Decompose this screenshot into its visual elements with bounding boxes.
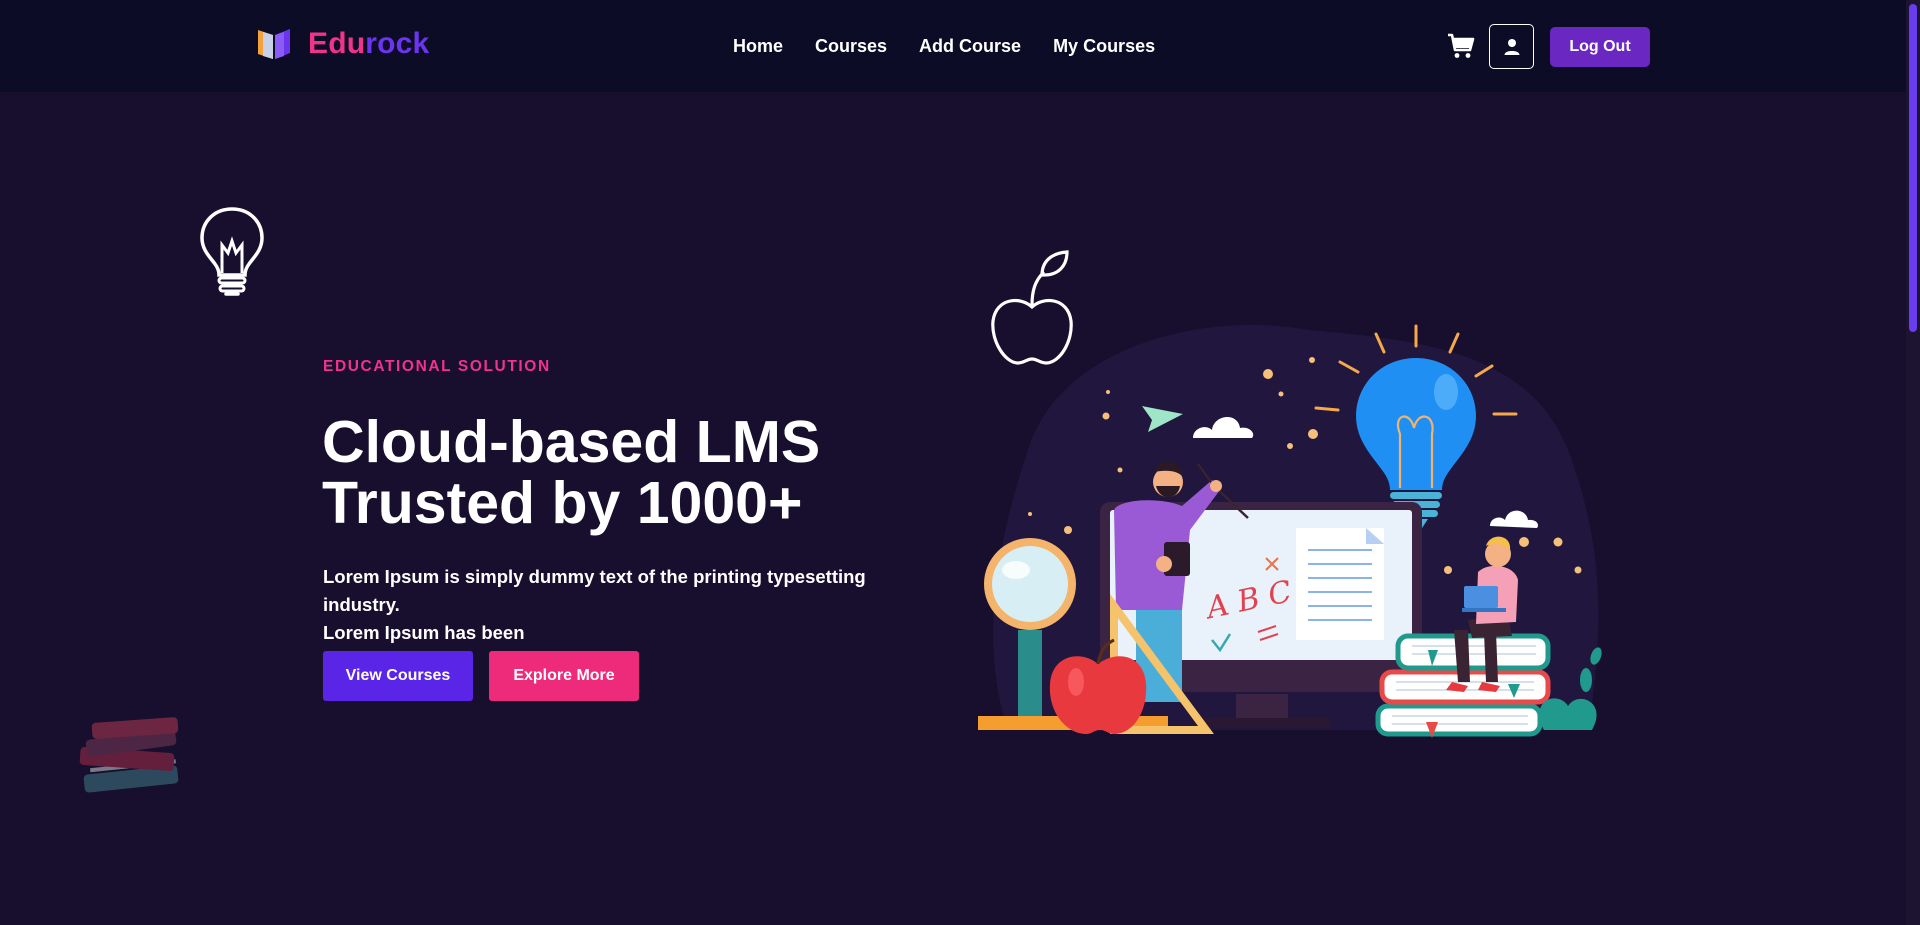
- brand-name-part2: rock: [365, 27, 430, 60]
- hero-title: Cloud-based LMS Trusted by 1000+: [322, 412, 882, 534]
- book-logo-icon: [258, 29, 290, 59]
- main-nav: Home Courses Add Course My Courses: [733, 36, 1187, 57]
- lightbulb-icon: [200, 207, 264, 296]
- scrollbar-thumb[interactable]: [1909, 4, 1917, 332]
- hero-description-line1: Lorem Ipsum is simply dummy text of the …: [323, 566, 866, 615]
- brand-name-part1: Edu: [308, 27, 366, 60]
- nav-courses[interactable]: Courses: [815, 36, 887, 57]
- brand-logo[interactable]: Edurock: [256, 26, 429, 62]
- hero-title-line2: Trusted by 1000+: [322, 470, 803, 536]
- hero-eyebrow: EDUCATIONAL SOLUTION: [323, 358, 551, 375]
- hero-title-line1: Cloud-based LMS: [322, 409, 821, 475]
- site-header: Edurock Home Courses Add Course My Cours…: [0, 0, 1906, 92]
- cart-icon[interactable]: [1447, 32, 1475, 60]
- nav-add-course[interactable]: Add Course: [919, 36, 1021, 57]
- logout-button[interactable]: Log Out: [1550, 27, 1650, 67]
- user-icon: [1504, 38, 1519, 55]
- explore-more-button[interactable]: Explore More: [489, 651, 639, 701]
- nav-home[interactable]: Home: [733, 36, 783, 57]
- view-courses-button[interactable]: View Courses: [323, 651, 473, 701]
- hero-illustration: A B C: [978, 324, 1602, 738]
- hero-description-line2: Lorem Ipsum has been: [323, 622, 525, 643]
- nav-my-courses[interactable]: My Courses: [1053, 36, 1155, 57]
- books-stack-icon: [79, 717, 179, 793]
- user-profile-button[interactable]: [1489, 24, 1534, 69]
- hero-description: Lorem Ipsum is simply dummy text of the …: [323, 563, 943, 647]
- page-scrollbar[interactable]: [1906, 0, 1920, 925]
- brand-name: Edurock: [308, 27, 429, 61]
- page: Edurock Home Courses Add Course My Cours…: [0, 0, 1920, 925]
